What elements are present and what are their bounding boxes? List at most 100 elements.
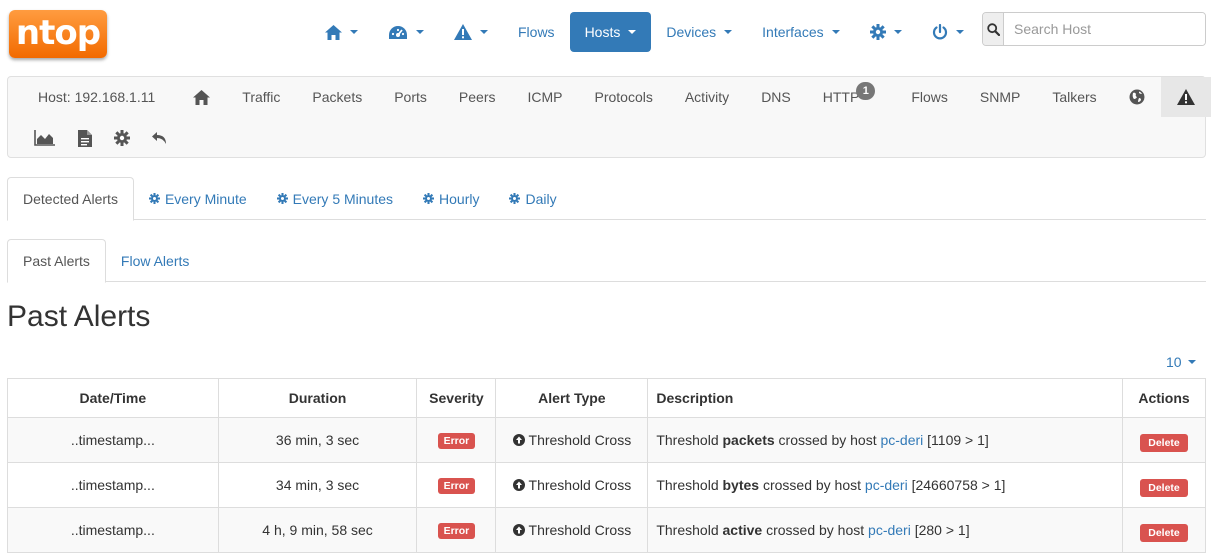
tab-past-alerts[interactable]: Past Alerts: [7, 239, 106, 283]
search-input[interactable]: [1004, 13, 1205, 45]
tab-daily[interactable]: Daily: [494, 177, 571, 220]
desc-middle: crossed by host: [762, 522, 869, 538]
search-button[interactable]: [983, 13, 1004, 45]
host-nav-geomap[interactable]: [1113, 77, 1161, 117]
host-nav-snmp[interactable]: SNMP: [964, 77, 1036, 117]
chevron-down-icon: [1187, 360, 1196, 364]
column-header-actions: Actions: [1122, 378, 1206, 418]
host-link[interactable]: pc-deri: [868, 522, 911, 538]
host-nav-traffic[interactable]: Traffic: [226, 77, 296, 117]
tab-every-minute-label: Every Minute: [164, 190, 247, 207]
delete-button[interactable]: Delete: [1140, 524, 1188, 542]
cell-alert-type: Threshold Cross: [495, 462, 649, 508]
host-nav-dns[interactable]: DNS: [745, 77, 807, 117]
column-header-datetime[interactable]: Date/Time: [7, 378, 219, 418]
hosts-menu[interactable]: Hosts: [569, 12, 652, 52]
desc-middle: crossed by host: [774, 432, 881, 448]
severity-badge: Error: [437, 523, 476, 539]
arrow-up-circle-icon: [512, 478, 525, 491]
host-nav-http[interactable]: HTTP 1: [807, 77, 896, 117]
gear-icon[interactable]: [114, 130, 130, 146]
tab-every-5-minutes[interactable]: Every 5 Minutes: [262, 177, 408, 220]
globe-icon: [1129, 89, 1145, 105]
cell-alert-type: Threshold Cross: [495, 417, 649, 463]
page-size-value: 10: [1166, 354, 1182, 370]
settings-menu[interactable]: [855, 12, 917, 52]
host-nav-alerts[interactable]: [1160, 77, 1211, 117]
document-icon[interactable]: [78, 129, 92, 147]
table-header-row: Date/Time Duration Severity Alert Type D…: [7, 378, 1206, 418]
host-nav-talkers[interactable]: Talkers: [1036, 77, 1112, 117]
host-nav-icon-row: [34, 121, 168, 155]
power-menu[interactable]: [917, 12, 979, 52]
tab-every-5-minutes-label: Every 5 Minutes: [292, 190, 394, 207]
alert-kind-tabs: Past Alerts Flow Alerts: [7, 239, 1206, 283]
severity-badge: Error: [437, 433, 476, 449]
gear-icon: [509, 193, 521, 204]
tab-flow-alerts[interactable]: Flow Alerts: [106, 239, 204, 282]
cell-severity: Error: [416, 417, 497, 463]
page-size-dropdown[interactable]: 10: [1166, 354, 1196, 370]
column-header-alert-type[interactable]: Alert Type: [495, 378, 649, 418]
table-row: ..timestamp... 34 min, 3 sec Error Thres…: [7, 462, 1206, 508]
undo-icon[interactable]: [152, 131, 168, 145]
dashboard-icon: [388, 25, 408, 40]
chevron-down-icon: [831, 30, 840, 34]
home-menu[interactable]: [310, 12, 373, 52]
ntop-logo[interactable]: ntop: [9, 10, 107, 58]
desc-metric: active: [722, 522, 763, 538]
column-header-severity[interactable]: Severity: [416, 378, 497, 418]
page-title: Past Alerts: [7, 300, 151, 333]
tab-hourly[interactable]: Hourly: [408, 177, 494, 220]
cell-severity: Error: [416, 507, 497, 553]
column-header-duration[interactable]: Duration: [217, 378, 418, 418]
cell-duration: 34 min, 3 sec: [217, 462, 418, 508]
gear-icon: [148, 193, 160, 204]
dashboard-menu[interactable]: [373, 12, 439, 52]
desc-metric: bytes: [722, 477, 760, 493]
delete-button[interactable]: Delete: [1140, 479, 1188, 497]
chevron-down-icon: [480, 30, 488, 34]
host-nav-protocols[interactable]: Protocols: [578, 77, 668, 117]
home-icon: [193, 89, 211, 105]
host-home-item[interactable]: [177, 77, 226, 117]
alerts-menu[interactable]: [439, 12, 503, 52]
host-nav-peers[interactable]: Peers: [443, 77, 512, 117]
chevron-down-icon: [955, 30, 964, 34]
desc-suffix: [24660758 > 1]: [907, 477, 1006, 493]
gear-icon: [869, 24, 886, 40]
host-nav-ports[interactable]: Ports: [378, 77, 443, 117]
gear-icon: [423, 193, 435, 204]
gear-icon: [276, 193, 288, 204]
tab-every-minute[interactable]: Every Minute: [134, 177, 262, 220]
host-nav-activity[interactable]: Activity: [669, 77, 745, 117]
alert-type-label: Threshold Cross: [528, 431, 632, 448]
warning-icon: [1176, 89, 1195, 105]
severity-badge: Error: [437, 478, 476, 494]
chevron-down-icon: [350, 30, 358, 34]
desc-prefix: Threshold: [656, 477, 723, 493]
host-nav-packets[interactable]: Packets: [296, 77, 378, 117]
tab-detected-alerts[interactable]: Detected Alerts: [7, 177, 134, 221]
host-link[interactable]: pc-deri: [880, 432, 923, 448]
host-nav-flows[interactable]: Flows: [895, 77, 964, 117]
search-icon: [986, 22, 1000, 36]
area-chart-icon[interactable]: [34, 130, 56, 146]
devices-menu[interactable]: Devices: [651, 12, 747, 52]
column-header-description[interactable]: Description: [647, 378, 1123, 418]
alert-frequency-tabs: Detected Alerts Every Minute Every 5 Min…: [7, 177, 1206, 221]
cell-actions: Delete: [1122, 462, 1206, 508]
home-icon: [325, 24, 342, 40]
alert-type-label: Threshold Cross: [528, 476, 632, 493]
flows-menu[interactable]: Flows: [503, 12, 570, 52]
cell-actions: Delete: [1122, 507, 1206, 553]
host-nav-row: Host: 192.168.1.11 Traffic Packets Ports…: [22, 77, 1211, 117]
host-nav-icmp[interactable]: ICMP: [511, 77, 578, 117]
desc-suffix: [1109 > 1]: [923, 432, 989, 448]
cell-alert-type: Threshold Cross: [495, 507, 649, 553]
tab-daily-label: Daily: [525, 190, 557, 207]
host-link[interactable]: pc-deri: [865, 477, 908, 493]
cell-actions: Delete: [1122, 417, 1206, 463]
interfaces-menu[interactable]: Interfaces: [747, 12, 854, 52]
delete-button[interactable]: Delete: [1140, 434, 1188, 452]
